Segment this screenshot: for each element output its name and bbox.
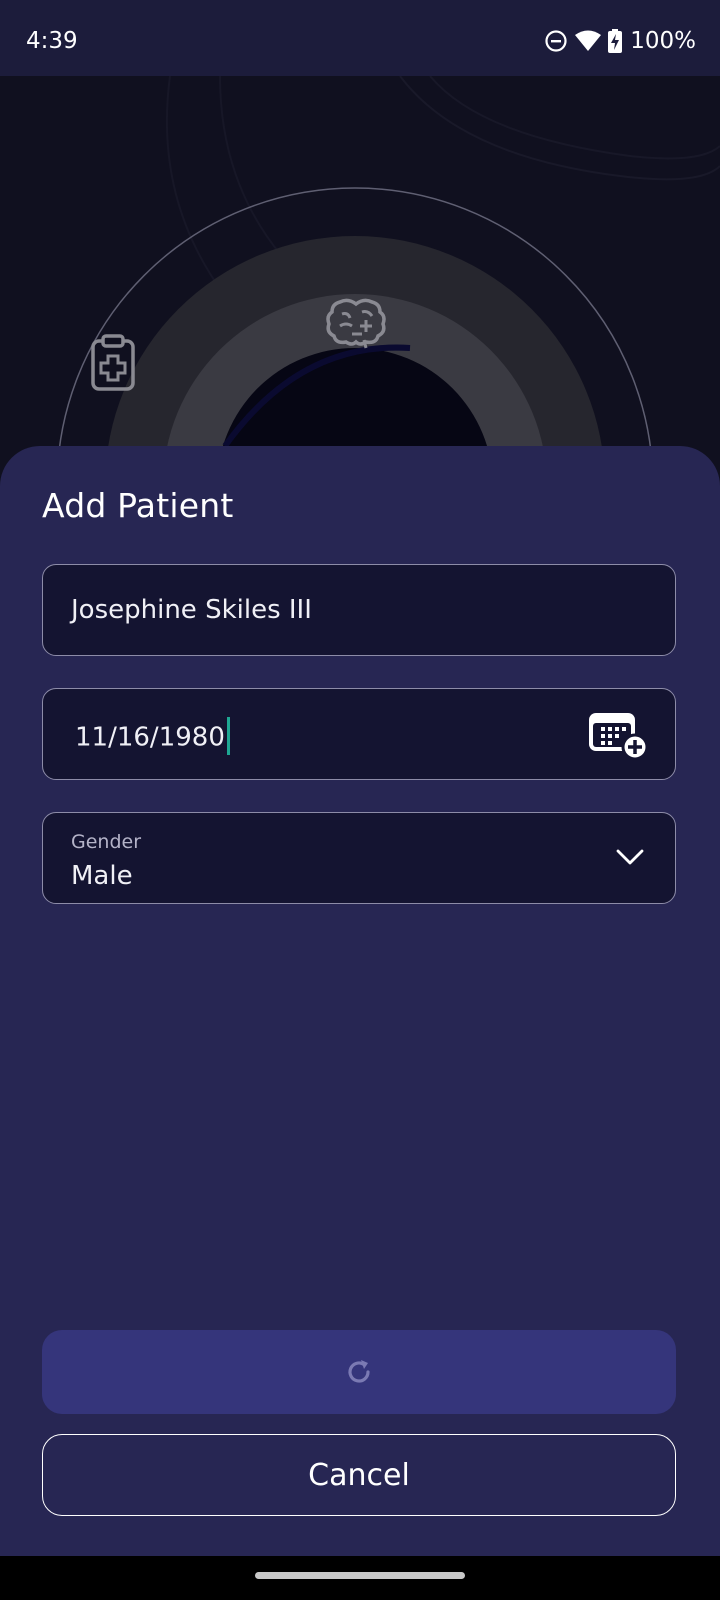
save-button[interactable] xyxy=(42,1330,676,1414)
cancel-button[interactable]: Cancel xyxy=(42,1434,676,1516)
gender-label: Gender xyxy=(71,831,142,853)
text-cursor xyxy=(226,717,230,755)
status-time: 4:39 xyxy=(26,28,78,54)
gender-value: Male xyxy=(71,861,133,891)
battery-percentage: 100% xyxy=(630,28,696,54)
battery-charging-icon xyxy=(608,29,623,53)
gender-dropdown[interactable]: Gender Male xyxy=(42,812,676,904)
clipboard-plus-icon xyxy=(91,334,135,391)
chevron-down-icon xyxy=(616,849,644,865)
navigation-bar xyxy=(0,1556,720,1600)
dob-field-value: 11/16/1980 xyxy=(75,722,225,753)
status-bar: 4:39 100% xyxy=(0,0,720,76)
name-field[interactable]: Josephine Skiles III xyxy=(42,564,676,656)
dob-field-value-wrap: 11/16/1980 xyxy=(75,717,230,757)
home-gesture-handle[interactable] xyxy=(255,1572,465,1579)
calendar-add-icon[interactable] xyxy=(587,709,649,761)
hero-background xyxy=(0,76,720,476)
wifi-icon xyxy=(575,30,602,51)
sheet-title: Add Patient xyxy=(42,486,234,525)
refresh-icon xyxy=(348,1360,370,1383)
status-icons: 100% xyxy=(544,26,696,56)
add-patient-sheet: Add Patient Josephine Skiles III 11/16/1… xyxy=(0,446,720,1556)
name-field-value: Josephine Skiles III xyxy=(71,595,312,625)
brain-icon xyxy=(326,298,386,349)
do-not-disturb-icon xyxy=(545,30,567,52)
date-of-birth-field[interactable]: 11/16/1980 xyxy=(42,688,676,780)
